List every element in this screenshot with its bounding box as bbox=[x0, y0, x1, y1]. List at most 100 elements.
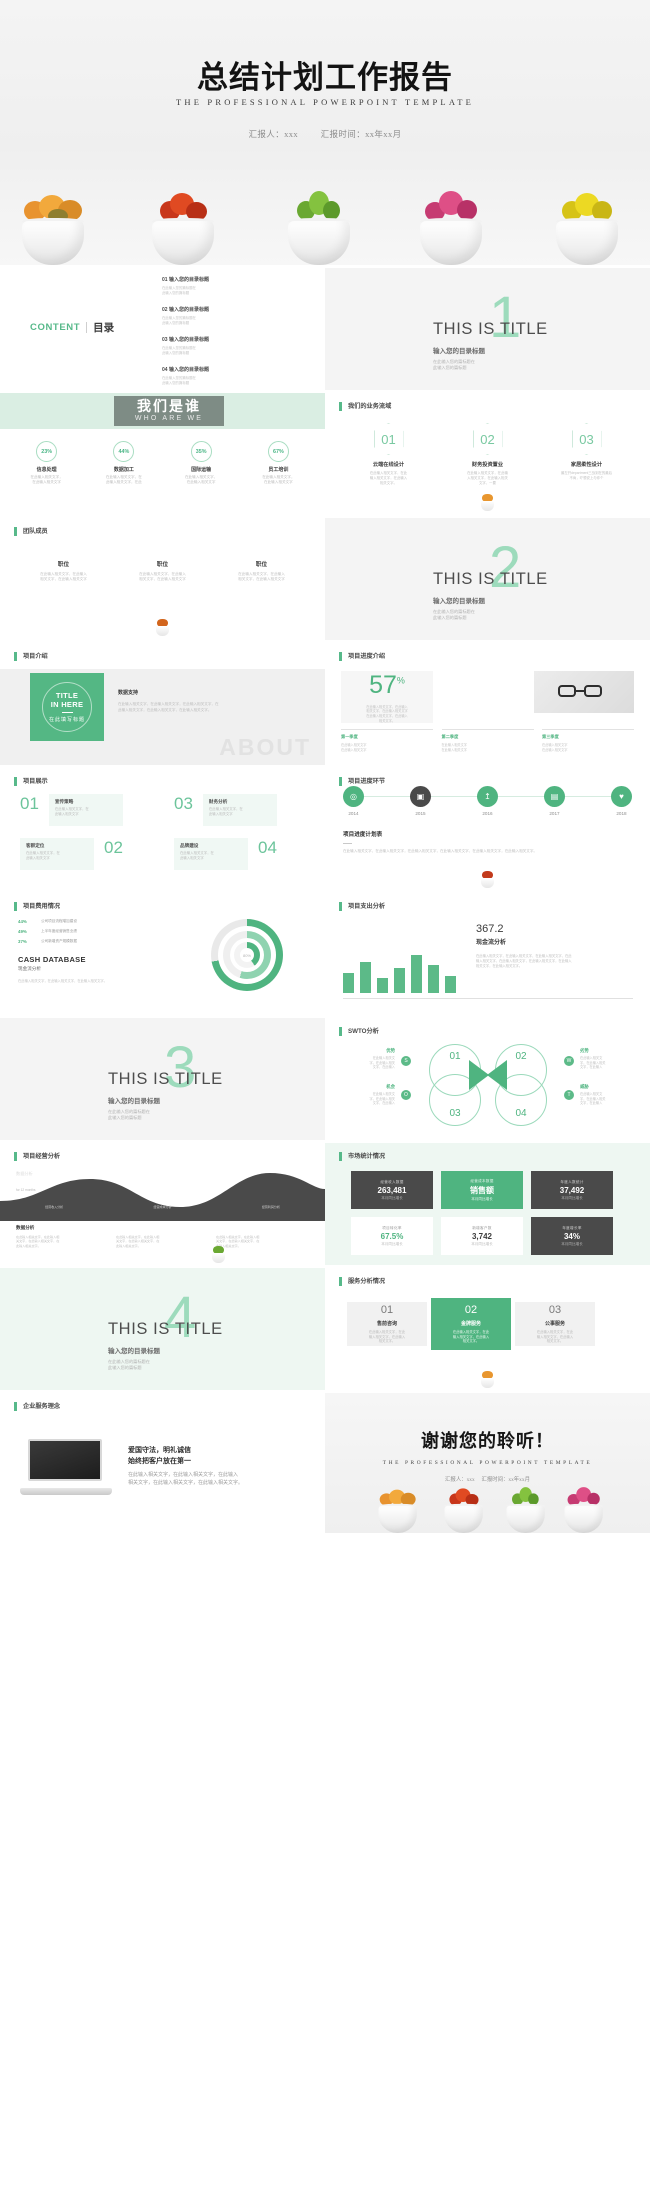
swot-text-s: 优势 在此输入相关文 字，在此输入相关 文字，在此输入 bbox=[341, 1048, 396, 1070]
progress-percent: 57% bbox=[369, 671, 405, 700]
cost-row: 37% 公司新增资产规模数据 bbox=[18, 939, 148, 944]
toc-item[interactable]: 01 输入您的目录标题 在此输入您的篇标题在 此输入您的篇标题 bbox=[162, 276, 312, 296]
wave-detail-col: 在此输入相关文字，在此输入相 关文字，在此输入相关文字，在 此输入相关文字。 bbox=[116, 1235, 160, 1248]
team-member-role: 职位 bbox=[255, 562, 268, 568]
toc-item-number: 01 bbox=[162, 277, 168, 283]
badge-line-2: IN HERE bbox=[50, 700, 84, 709]
section-heading: 服务分析情况 bbox=[339, 1277, 385, 1286]
swot-label: 机会 bbox=[386, 1084, 395, 1089]
swot-key-o: O bbox=[401, 1090, 411, 1100]
section-title-cn: 输入您的目录标题 bbox=[108, 1098, 160, 1105]
showcase-card-body: 在此输入相关文字，在 此输入相关文字 bbox=[26, 851, 60, 860]
showcase-number: 01 bbox=[20, 794, 39, 813]
timeline-node[interactable]: ▤ 2017 bbox=[544, 786, 565, 816]
progress-percent-unit: % bbox=[396, 675, 405, 686]
service-card-number: 03 bbox=[548, 1304, 562, 1317]
section-body: 在此输入您的篇标题在 此输入您的篇标题 bbox=[433, 609, 475, 620]
toc-item[interactable]: 04 输入您的目录标题 在此输入您的篇标题在 此输入您的篇标题 bbox=[162, 366, 312, 386]
expense-bar-chart bbox=[343, 931, 461, 993]
timeline-node[interactable]: ▣ 2015 bbox=[410, 786, 431, 816]
service-card[interactable]: 01 售前咨询 在此输入相关文字，在此 输入相关文字，在此输入 相关文字。 bbox=[347, 1302, 427, 1346]
mini-cactus bbox=[208, 1246, 228, 1263]
stat-item: 67% 员工培训 在此输入相关文字， 在此输入相关文字 bbox=[246, 441, 310, 485]
timeline-plan-body: 在此输入相关文字，在此输入相关文字，在此输入相关文字，在此输入相关文字，在此输入… bbox=[343, 849, 538, 853]
project-intro-slide: 项目介绍 TITLE IN HERE 在此填写标题 数据支持 在此输入相关文字，… bbox=[0, 643, 325, 765]
section-heading: 项目支出分析 bbox=[339, 902, 385, 911]
swot-text-t: 威胁 在此输入相关文 字，在此输入相关 文字，在此输入 bbox=[580, 1084, 634, 1106]
timeline-node[interactable]: ↥ 2016 bbox=[477, 786, 498, 816]
market-card-title: 年度增长率 bbox=[562, 1225, 582, 1230]
section-body: 在此输入您的篇标题在 此输入您的篇标题 bbox=[108, 1359, 150, 1370]
toc-item[interactable]: 03 输入您的目录标题 在此输入您的篇标题在 此输入您的篇标题 bbox=[162, 336, 312, 356]
service-card-label: 金牌服务 bbox=[460, 1321, 481, 1328]
swot-label: 威胁 bbox=[580, 1084, 589, 1089]
quarter-card: 第一季度 在此输入相关文字 在此输入相关文字 bbox=[341, 729, 433, 752]
bar bbox=[360, 962, 371, 993]
badge-line-1: TITLE bbox=[55, 691, 79, 700]
quarter-body: 在此输入相关文字 在此输入相关文字 bbox=[441, 743, 468, 752]
flow-step: 03 家居柔性设计 最左开department三战到在的最后 不肯，吓想说上与你… bbox=[543, 423, 631, 485]
team-member-role: 职位 bbox=[57, 562, 70, 568]
wave-data-value: 2,163,372 bbox=[16, 1178, 52, 1187]
quarter-label: 第一季度 bbox=[341, 734, 358, 739]
cactus-green bbox=[293, 191, 345, 221]
culture-line-2: 始终把客户放在第一 bbox=[128, 1458, 191, 1465]
section-title-en: THIS IS TITLE bbox=[108, 1070, 223, 1088]
bar bbox=[428, 965, 439, 993]
cost-slide: 项目费用情况 44% 公司项目流程增加建设 49% 上半年度经营销售业绩 37%… bbox=[0, 893, 325, 1015]
swot-label: 优势 bbox=[386, 1048, 395, 1053]
team-member: 职位 在此输入相关文字，在此输入 相关文字，在此输入相关文字 bbox=[228, 560, 296, 582]
toc-item[interactable]: 02 输入您的目录标题 在此输入您的篇标题在 此输入您的篇标题 bbox=[162, 306, 312, 326]
cost-pct: 49% bbox=[18, 929, 27, 934]
target-icon: ◎ bbox=[343, 786, 364, 807]
section-title-cn: 输入您的目录标题 bbox=[433, 598, 485, 605]
donut-center-label: 80% bbox=[240, 948, 254, 962]
cost-label: 公司新增资产规模数据 bbox=[41, 939, 77, 943]
stat-label: 员工培训 bbox=[268, 467, 289, 473]
section-heading: 项目费用情况 bbox=[14, 902, 60, 911]
swot-arrow-left bbox=[469, 1060, 489, 1090]
swot-label: 劣势 bbox=[580, 1048, 589, 1053]
service-card[interactable]: 02 金牌服务 在此输入相关文字，在此 输入相关文字，在此输入 相关文字。 bbox=[431, 1298, 511, 1350]
stat-body: 在此输入相关文字， 在此输入相关文字 bbox=[184, 475, 218, 484]
slide-row-toc: CONTENT 目录 01 输入您的目录标题 在此输入您的篇标题在 此输入您的篇… bbox=[0, 268, 650, 390]
timeline-node[interactable]: ◎ 2014 bbox=[343, 786, 364, 816]
swot-slide: SWTO分析 优势 在此输入相关文 字，在此输入相关 文字，在此输入 机会 在此… bbox=[325, 1018, 650, 1140]
toc-label-en: CONTENT bbox=[30, 322, 81, 333]
showcase-card-title: 财务分析 bbox=[208, 799, 228, 804]
swot-body: 在此输入相关文 字，在此输入相关 文字，在此输入 bbox=[580, 1056, 606, 1070]
wave-detail-col: 在此输入相关文字，在此输入相 关文字，在此输入相关文字，在 此输入相关文字。 bbox=[216, 1235, 260, 1248]
stat-item: 23% 信息处理 在此输入相关文字， 在此输入相关文字 bbox=[15, 441, 79, 485]
toc-item-number: 02 bbox=[162, 307, 168, 313]
cover-slide: 总结计划工作报告 THE PROFESSIONAL POWERPOINT TEM… bbox=[0, 0, 650, 265]
expense-body: 在此输入相关文字，在此输入相关文字，在此输入相关文字，在此 输入相关文字，在此输… bbox=[476, 954, 572, 968]
cactus-red bbox=[154, 193, 212, 221]
cover-subtitle: THE PROFESSIONAL POWERPOINT TEMPLATE bbox=[175, 97, 475, 107]
wave-detail-title: 数据分析 bbox=[16, 1225, 35, 1230]
section-heading: 团队成员 bbox=[14, 527, 48, 536]
toc-item-title: 输入您的目录标题 bbox=[168, 307, 209, 313]
thanks-slide: 谢谢您的聆听！ THE PROFESSIONAL POWERPOINT TEMP… bbox=[325, 1393, 650, 1533]
section-heading: 我们的业务流域 bbox=[339, 402, 391, 411]
toc-label-cn: 目录 bbox=[93, 322, 115, 334]
slide-row-service: 4 THIS IS TITLE 输入您的目录标题 在此输入您的篇标题在 此输入您… bbox=[0, 1268, 650, 1390]
market-card-change: 本月同比增长 bbox=[561, 1241, 583, 1246]
toc-item-body: 在此输入您的篇标题在 此输入您的篇标题 bbox=[162, 286, 196, 295]
expense-value: 367.2 bbox=[476, 923, 504, 935]
toc-item-body: 在此输入您的篇标题在 此输入您的篇标题 bbox=[162, 316, 196, 325]
mini-cactus bbox=[477, 494, 497, 511]
stat-percent-circle: 35% bbox=[190, 441, 212, 462]
mini-cactus bbox=[477, 871, 497, 888]
section-heading: 项目介绍 bbox=[14, 652, 48, 661]
glasses-photo bbox=[534, 671, 634, 713]
bar bbox=[377, 978, 388, 993]
slide-row-wave: 项目经营分析 数据分析 2,163,372 for 12 months 经营收入… bbox=[0, 1143, 650, 1265]
market-card-change: 本月同比增长 bbox=[561, 1195, 583, 1200]
service-card[interactable]: 03 公事服务 在此输入相关文字，在此 输入相关文字，在此输入 相关文字。 bbox=[515, 1302, 595, 1346]
showcase-card: 财务分析 在此输入相关文字，在 此输入相关文字 bbox=[202, 794, 277, 826]
flow-step-label: 财务投资置业 bbox=[471, 462, 504, 468]
expense-slide: 项目支出分析 367.2 现金流分析 在此输入相关文字，在此输入相关文字，在此输… bbox=[325, 893, 650, 1015]
swot-arrow-right bbox=[487, 1060, 507, 1090]
toc-item-body: 在此输入您的篇标题在 此输入您的篇标题 bbox=[162, 376, 196, 385]
timeline-node[interactable]: ♥ 2018 bbox=[611, 786, 632, 816]
